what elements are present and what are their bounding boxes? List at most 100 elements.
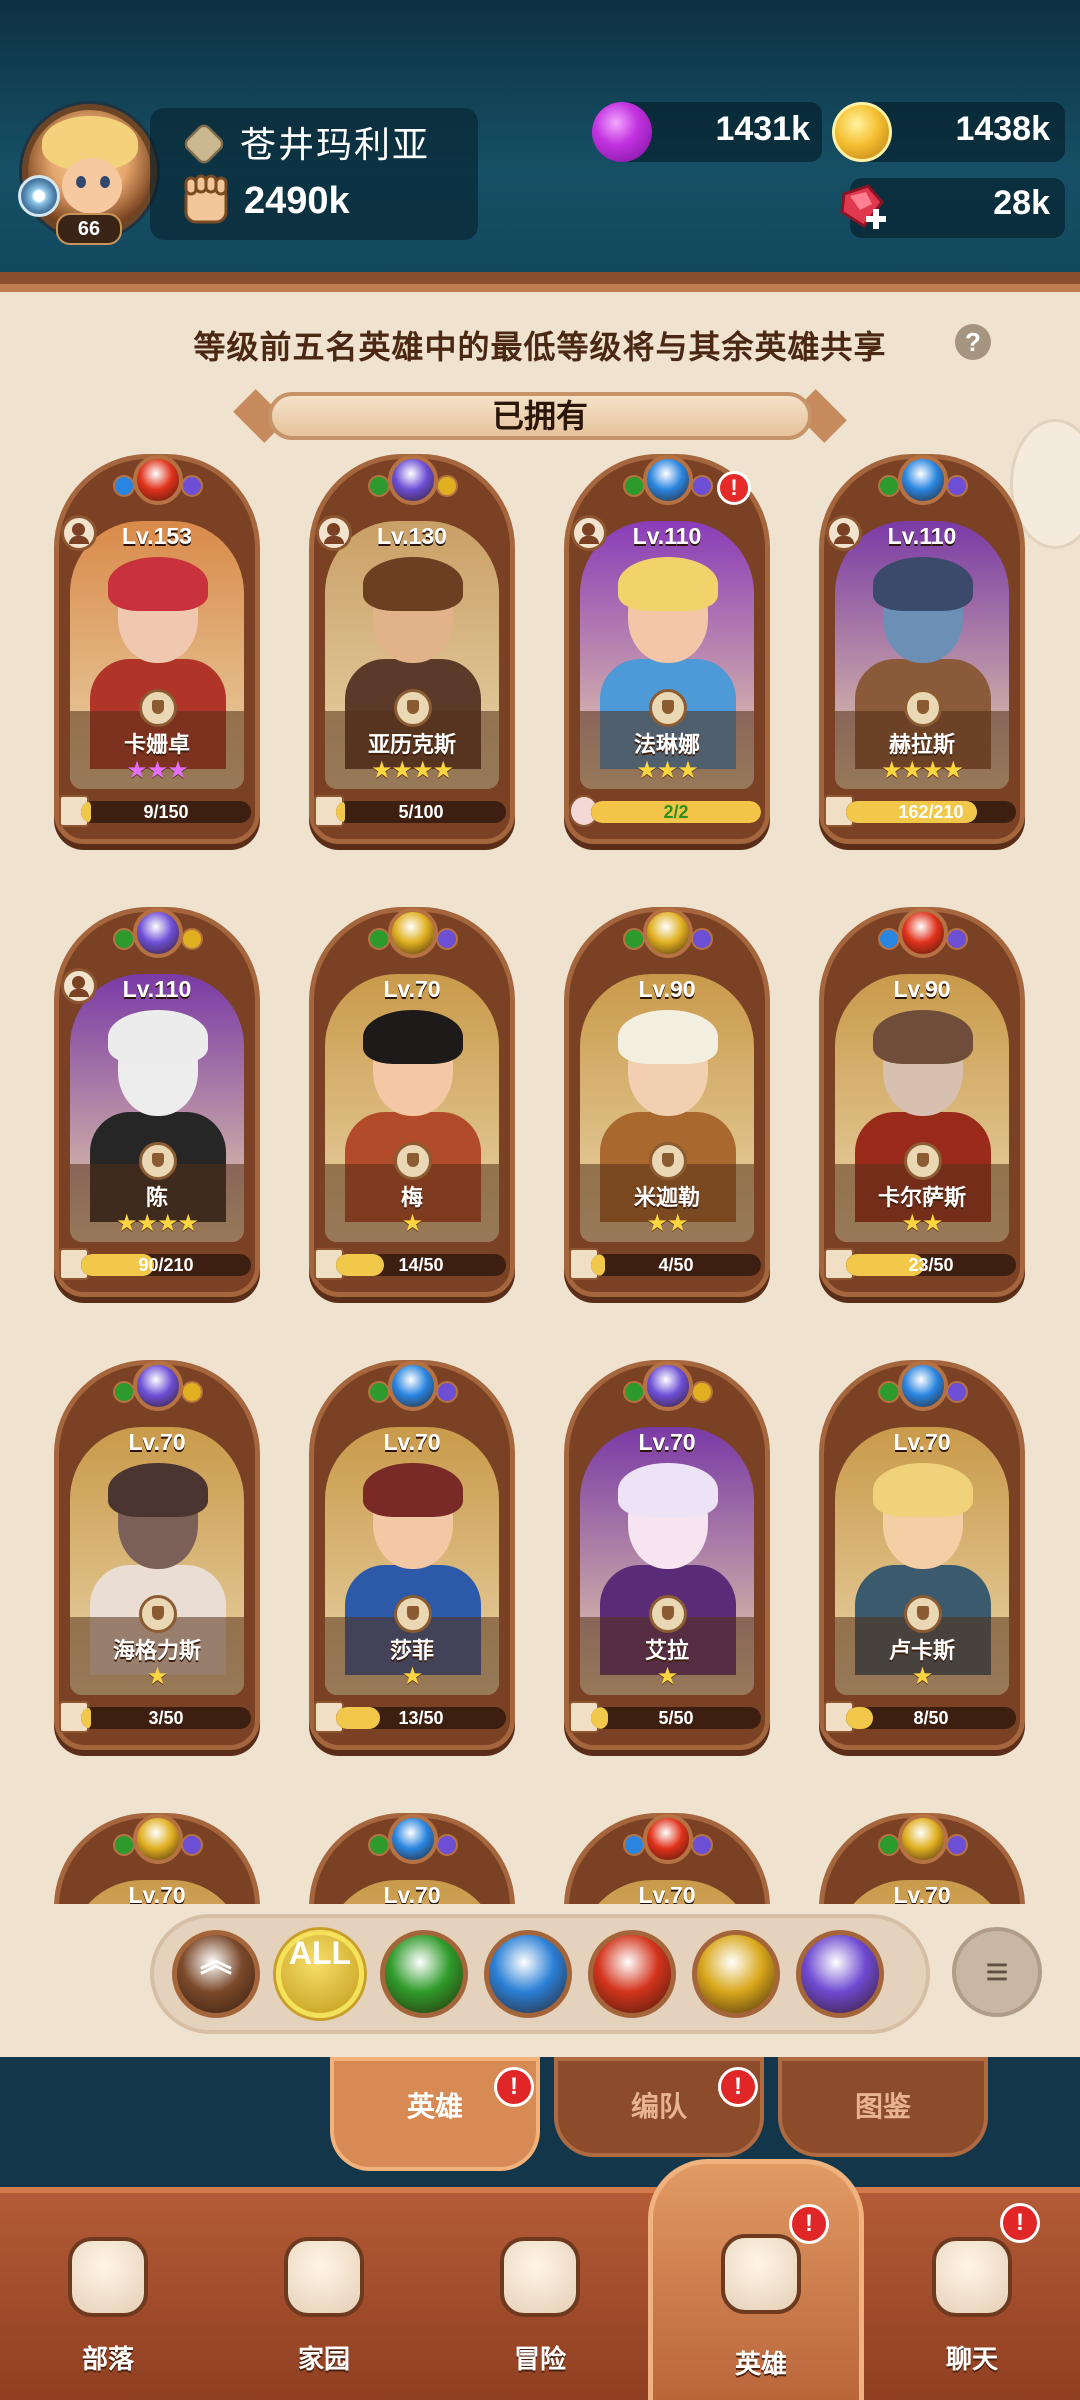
hero-portrait: 米迦勒 ★★ — [580, 974, 754, 1242]
hero-level: Lv.70 — [893, 1429, 951, 1455]
moon-element-icon — [643, 1361, 693, 1411]
hero-card[interactable]: Lv.70 — [819, 1813, 1025, 1904]
hero-card[interactable]: 陈 ★★★★ Lv.110 90/210 — [54, 907, 260, 1297]
hero-stars: ★★★ — [126, 756, 189, 784]
hero-level: Lv.70 — [383, 1882, 441, 1904]
hero-name: 陈 — [145, 1185, 168, 1210]
avatar-face — [62, 158, 122, 214]
elixir-amount: 1431k — [715, 110, 810, 148]
hero-card[interactable]: 米迦勒 ★★ Lv.90 4/50 — [564, 907, 770, 1297]
filter-light-button[interactable] — [692, 1930, 780, 2018]
player-power: 2490k — [244, 180, 350, 222]
hero-card[interactable]: 亚历克斯 ★★★★ Lv.130 5/100 — [309, 454, 515, 844]
hero-portrait: 艾拉 ★ — [580, 1427, 754, 1695]
hero-stars: ★★★★ — [115, 1209, 199, 1237]
portrait-hair — [873, 557, 973, 611]
filter-rarity-label: ︽ — [199, 1942, 232, 1978]
secondary-element-icon — [113, 1834, 135, 1856]
class-shield-icon — [649, 1595, 687, 1633]
secondary-element-icon — [878, 1381, 900, 1403]
hero-stars: ★ — [146, 1662, 169, 1690]
shard-count: 5/50 — [658, 1708, 694, 1728]
filter-fire-button[interactable] — [588, 1930, 676, 2018]
class-shield-icon — [649, 1142, 687, 1180]
hero-portrait: 梅 ★ — [325, 974, 499, 1242]
secondary-element-icon — [181, 475, 203, 497]
shard-count: 9/150 — [143, 802, 189, 822]
moon-element-icon — [133, 908, 183, 958]
hero-card[interactable]: 海格力斯 ★ Lv.70 3/50 — [54, 1360, 260, 1750]
hero-card[interactable]: 梅 ★ Lv.70 14/50 — [309, 907, 515, 1297]
filter-dark-button[interactable] — [796, 1930, 884, 2018]
sort-button[interactable]: ≡ — [952, 1927, 1042, 2017]
filter-water-button[interactable] — [484, 1930, 572, 2018]
secondary-element-icon — [436, 1834, 458, 1856]
hero-card[interactable]: 卡尔萨斯 ★★ Lv.90 23/50 — [819, 907, 1025, 1297]
secondary-element-icon — [181, 1834, 203, 1856]
hero-name: 亚历克斯 — [367, 732, 456, 757]
help-button[interactable]: ? — [955, 324, 991, 360]
secondary-element-icon — [623, 928, 645, 950]
hero-card[interactable]: Lv.70 — [54, 1813, 260, 1904]
portrait-hair — [108, 1463, 208, 1517]
shard-progress-bar: 3/50 — [81, 1707, 251, 1729]
player-name: 苍井玛利亚 — [240, 124, 431, 165]
nav-item-chat[interactable]: 聊天! — [864, 2193, 1080, 2400]
shard-count: 8/50 — [913, 1708, 949, 1728]
nav-item-home[interactable]: 家园 — [216, 2193, 432, 2400]
fist-power-icon — [184, 174, 228, 224]
hero-card[interactable]: 法琳娜 ★★★ Lv.110! 2/2 — [564, 454, 770, 844]
bottom-navigation: 部落 家园 冒险 英雄! 聊天! — [0, 2159, 1080, 2400]
moon-element-icon — [388, 455, 438, 505]
secondary-element-icon — [691, 1834, 713, 1856]
hero-portrait: 陈 ★★★★ — [70, 974, 244, 1242]
hero-card[interactable]: 卡姗卓 ★★★ Lv.153 9/150 — [54, 454, 260, 844]
hero-portrait: 莎菲 ★ — [325, 1427, 499, 1695]
secondary-element-icon — [623, 475, 645, 497]
secondary-element-icon — [623, 1834, 645, 1856]
shard-progress-bar: 90/210 — [81, 1254, 251, 1276]
filter-rarity-button[interactable]: ︽ — [172, 1930, 260, 2018]
nav-item-tribe[interactable]: 部落 — [0, 2193, 216, 2400]
secondary-element-icon — [113, 928, 135, 950]
hero-portrait: 赫拉斯 ★★★★ — [835, 521, 1009, 789]
hero-card[interactable]: 莎菲 ★ Lv.70 13/50 — [309, 1360, 515, 1750]
secondary-element-icon — [113, 1381, 135, 1403]
portrait-hair — [873, 1010, 973, 1064]
settings-gear-icon[interactable] — [18, 175, 60, 217]
hero-name: 艾拉 — [644, 1638, 689, 1663]
team-member-icon — [61, 515, 97, 551]
hero-stars: ★★★ — [636, 756, 699, 784]
shard-progress-bar: 14/50 — [336, 1254, 506, 1276]
hero-portrait: 法琳娜 ★★★ — [580, 521, 754, 789]
tribe-icon — [68, 2237, 148, 2317]
hero-name: 法琳娜 — [633, 732, 700, 757]
owned-label: 已拥有 — [491, 398, 588, 434]
shard-progress-bar: 4/50 — [591, 1254, 761, 1276]
hero-card[interactable]: Lv.70 — [309, 1813, 515, 1904]
filter-nature-button[interactable] — [380, 1930, 468, 2018]
hero-card[interactable]: Lv.70 — [564, 1813, 770, 1904]
nav-item-crossed-swords[interactable]: 冒险 — [432, 2193, 648, 2400]
filter-all-button[interactable]: ALL — [276, 1930, 364, 2018]
hero-card[interactable]: 卢卡斯 ★ Lv.70 8/50 — [819, 1360, 1025, 1750]
nav-item-viking-helmet[interactable]: 英雄! — [648, 2159, 864, 2400]
star-element-icon — [643, 908, 693, 958]
ruby-gem-add-icon[interactable] — [834, 180, 890, 236]
hero-portrait: 卢卡斯 ★ — [835, 1427, 1009, 1695]
secondary-element-icon — [368, 475, 390, 497]
secondary-element-icon — [878, 928, 900, 950]
secondary-element-icon — [436, 475, 458, 497]
hero-card[interactable]: 艾拉 ★ Lv.70 5/50 — [564, 1360, 770, 1750]
hero-grid: 卡姗卓 ★★★ Lv.153 9/150 亚历克斯 ★★★★ Lv.130 5/100 法琳娜 ★… — [0, 454, 1080, 1904]
hero-card[interactable]: 赫拉斯 ★★★★ Lv.110 162/210 — [819, 454, 1025, 844]
hero-name: 海格力斯 — [112, 1638, 201, 1663]
shard-count: 5/100 — [398, 802, 444, 822]
star-element-icon — [133, 1814, 183, 1864]
filter-nature-label — [385, 1935, 463, 2013]
subtab-2[interactable]: 图鉴 — [778, 2057, 988, 2157]
class-shield-icon — [394, 1595, 432, 1633]
water-element-icon — [898, 1361, 948, 1411]
hero-portrait: 海格力斯 ★ — [70, 1427, 244, 1695]
class-shield-icon — [139, 1595, 177, 1633]
